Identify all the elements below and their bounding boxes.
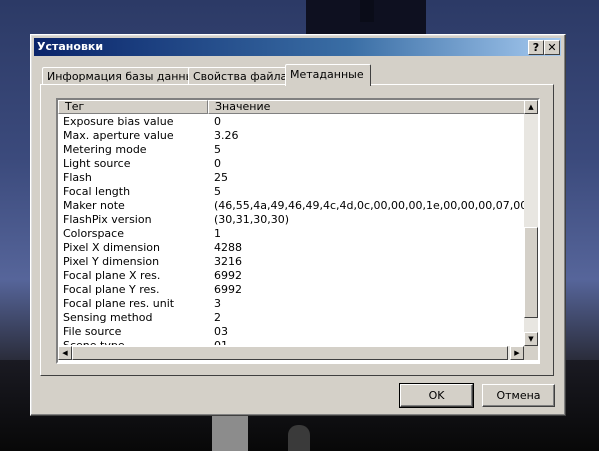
- table-row[interactable]: FlashPix version (30,31,30,30): [58, 213, 524, 227]
- row-tag: Pixel Y dimension: [63, 255, 160, 268]
- vertical-scroll-thumb[interactable]: [524, 227, 538, 318]
- column-header-value[interactable]: Значение: [208, 100, 526, 114]
- row-tag: Max. aperture value: [63, 129, 174, 142]
- row-tag: Focal length: [63, 185, 131, 198]
- row-value: 3216: [214, 255, 242, 268]
- window-title: Установки: [37, 40, 104, 53]
- horizontal-scroll-thumb[interactable]: [72, 346, 508, 360]
- row-value: 03: [214, 325, 228, 338]
- list-rows: Exposure bias value 0 Max. aperture value 3…: [58, 115, 524, 345]
- row-value: 1: [214, 227, 221, 240]
- table-row[interactable]: Scene type 01: [58, 339, 524, 345]
- row-value: 6992: [214, 269, 242, 282]
- row-tag: Flash: [63, 171, 92, 184]
- row-tag: Focal plane Y res.: [63, 283, 160, 296]
- table-row[interactable]: File source 03: [58, 325, 524, 339]
- title-bar[interactable]: Установки ? ✕: [34, 38, 561, 56]
- scroll-up-icon[interactable]: ▲: [524, 100, 538, 114]
- table-row[interactable]: Exposure bias value 0: [58, 115, 524, 129]
- row-tag: Light source: [63, 157, 131, 170]
- help-button[interactable]: ?: [528, 40, 544, 55]
- horizontal-scrollbar[interactable]: ◀ ▶: [58, 346, 524, 360]
- table-row[interactable]: Light source 0: [58, 157, 524, 171]
- background-monument: [212, 410, 248, 451]
- table-row[interactable]: Focal plane Y res. 6992: [58, 283, 524, 297]
- background-figure: [288, 425, 310, 451]
- table-row[interactable]: Max. aperture value 3.26: [58, 129, 524, 143]
- row-tag: Maker note: [63, 199, 125, 212]
- table-row[interactable]: Pixel X dimension 4288: [58, 241, 524, 255]
- table-row[interactable]: Focal plane res. unit 3: [58, 297, 524, 311]
- table-row[interactable]: Flash 25: [58, 171, 524, 185]
- row-tag: Sensing method: [63, 311, 153, 324]
- table-row[interactable]: Colorspace 1: [58, 227, 524, 241]
- background-church-dome: [360, 0, 374, 22]
- settings-dialog: Установки ? ✕ Информация базы данных Сво…: [30, 34, 566, 416]
- row-value: 3: [214, 297, 221, 310]
- row-value: 6992: [214, 283, 242, 296]
- scroll-down-icon[interactable]: ▼: [524, 332, 538, 346]
- metadata-panel: Тег Значение Exposure bias value 0 Max. ap…: [40, 84, 554, 376]
- row-value: 01: [214, 339, 228, 345]
- table-row[interactable]: Focal plane X res. 6992: [58, 269, 524, 283]
- table-row[interactable]: Sensing method 2: [58, 311, 524, 325]
- row-tag: Metering mode: [63, 143, 147, 156]
- tab-file-properties[interactable]: Свойства файла: [188, 67, 292, 85]
- tab-database-info[interactable]: Информация базы данных: [42, 67, 201, 85]
- row-tag: Colorspace: [63, 227, 124, 240]
- row-tag: Focal plane res. unit: [63, 297, 175, 310]
- scroll-left-icon[interactable]: ◀: [58, 346, 72, 360]
- row-value: 4288: [214, 241, 242, 254]
- vertical-scrollbar[interactable]: ▲ ▼: [524, 100, 538, 346]
- row-tag: Pixel X dimension: [63, 241, 160, 254]
- row-tag: Scene type: [63, 339, 125, 345]
- row-value: 5: [214, 185, 221, 198]
- table-row[interactable]: Metering mode 5: [58, 143, 524, 157]
- table-row[interactable]: Pixel Y dimension 3216: [58, 255, 524, 269]
- close-button[interactable]: ✕: [544, 40, 560, 55]
- row-tag: Focal plane X res.: [63, 269, 161, 282]
- row-tag: Exposure bias value: [63, 115, 174, 128]
- row-value: (46,55,4a,49,46,49,4c,4d,0c,00,00,00,1e,…: [214, 199, 524, 212]
- column-header-tag[interactable]: Тег: [58, 100, 208, 114]
- scrollbar-corner: [524, 346, 538, 360]
- row-tag: FlashPix version: [63, 213, 152, 226]
- ok-button[interactable]: OK: [399, 383, 474, 408]
- cancel-button[interactable]: Отмена: [482, 384, 555, 407]
- row-value: (30,31,30,30): [214, 213, 290, 226]
- tab-metadata[interactable]: Метаданные: [285, 64, 371, 86]
- row-value: 5: [214, 143, 221, 156]
- row-value: 3.26: [214, 129, 239, 142]
- row-value: 0: [214, 115, 221, 128]
- table-row[interactable]: Maker note (46,55,4a,49,46,49,4c,4d,0c,00…: [58, 199, 524, 213]
- row-value: 25: [214, 171, 228, 184]
- metadata-list[interactable]: Тег Значение Exposure bias value 0 Max. ap…: [56, 98, 540, 364]
- table-row[interactable]: Focal length 5: [58, 185, 524, 199]
- row-tag: File source: [63, 325, 122, 338]
- scroll-right-icon[interactable]: ▶: [510, 346, 524, 360]
- row-value: 0: [214, 157, 221, 170]
- row-value: 2: [214, 311, 221, 324]
- list-header: Тег Значение: [58, 100, 526, 114]
